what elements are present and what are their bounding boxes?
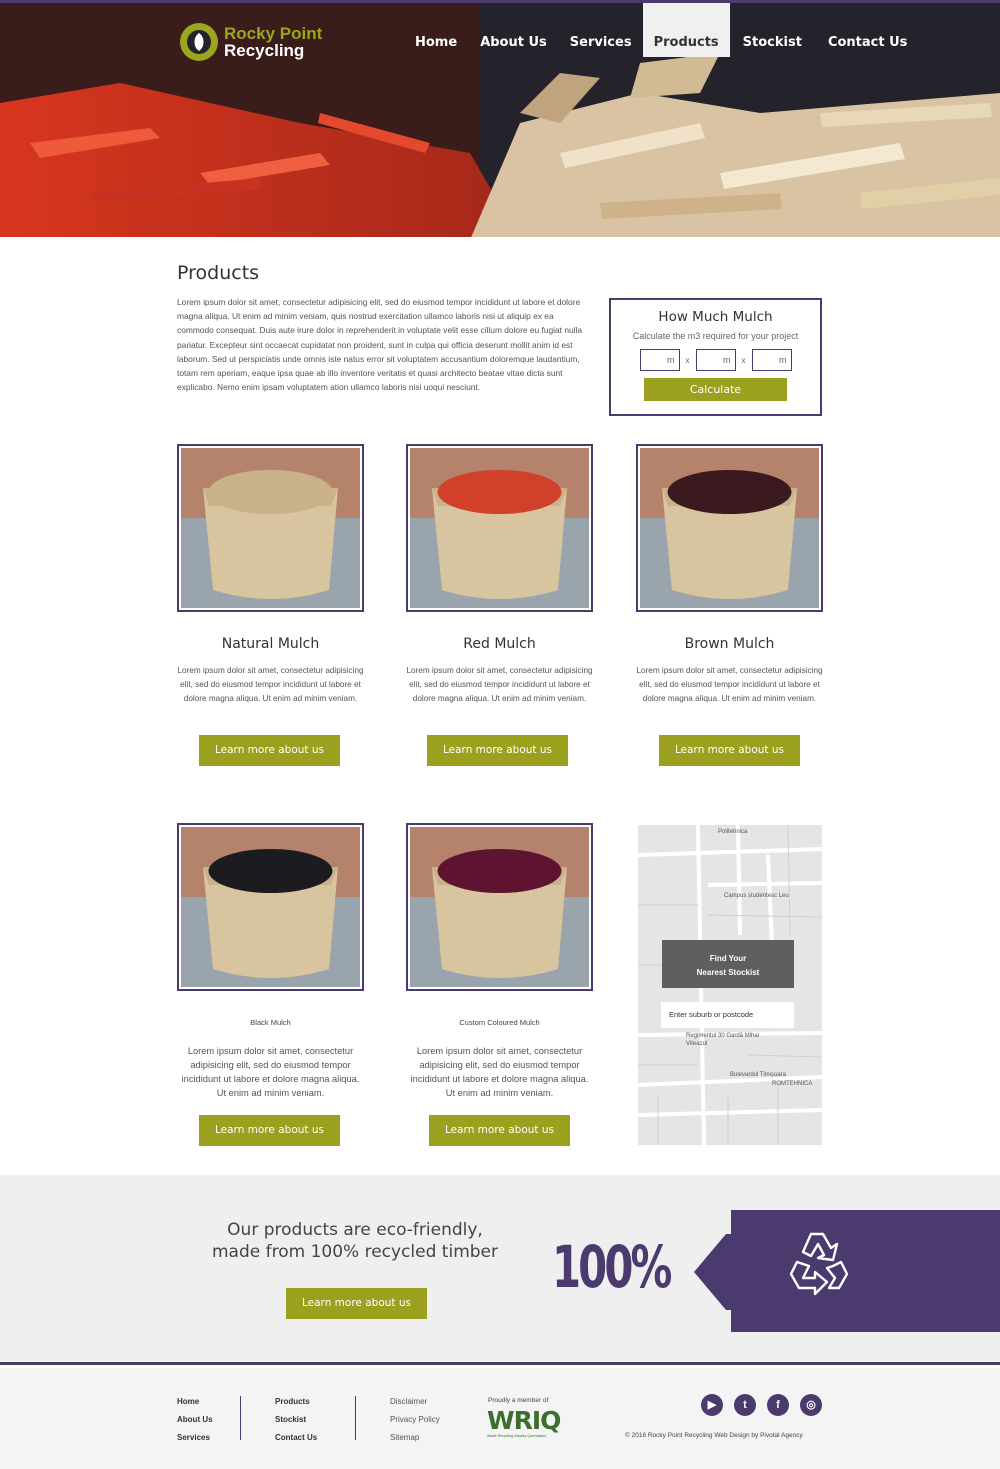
map-label: Politehnica: [718, 829, 748, 835]
percent-figure: 100%: [552, 1233, 672, 1301]
learn-more-button[interactable]: Learn more about us: [427, 735, 568, 766]
hero-banner: Rocky Point Recycling Home About Us Serv…: [0, 0, 1000, 237]
length-input[interactable]: m: [639, 349, 680, 371]
product-name: Custom Coloured Mulch: [459, 1018, 540, 1027]
footer-link-about-us[interactable]: About Us: [177, 1411, 213, 1429]
product-image-frame[interactable]: [177, 823, 364, 991]
product-image-frame[interactable]: [406, 444, 593, 612]
mulch-calculator: How Much Mulch Calculate the m3 required…: [609, 298, 822, 416]
footer-link-home[interactable]: Home: [177, 1393, 213, 1411]
logo-mark-icon: [180, 23, 218, 61]
product-image-frame[interactable]: [636, 444, 823, 612]
main-nav: Home About Us Services Products Stockist…: [404, 3, 920, 57]
footer-link-stockist[interactable]: Stockist: [275, 1411, 317, 1429]
calculator-title: How Much Mulch: [658, 309, 773, 325]
facebook-icon[interactable]: f: [767, 1394, 789, 1416]
footer-link-sitemap[interactable]: Sitemap: [390, 1429, 440, 1447]
logo[interactable]: Rocky Point Recycling: [178, 21, 322, 63]
mulch-fill: [437, 470, 562, 514]
eco-learn-more-button[interactable]: Learn more about us: [286, 1288, 427, 1319]
find-line2: Nearest Stockist: [696, 968, 760, 977]
footer-link-services[interactable]: Services: [177, 1429, 213, 1447]
times-sign: x: [685, 355, 690, 365]
nav-stockist-label: Stockist: [742, 35, 802, 50]
wriq-logo[interactable]: WRIQ Waste Recycling Industry Queensland: [487, 1406, 561, 1439]
product-image-frame[interactable]: [406, 823, 593, 991]
product-description: Lorem ipsum dolor sit amet, consectetur …: [410, 1046, 589, 1098]
footer-divider: [240, 1396, 241, 1440]
footer-divider: [355, 1396, 356, 1440]
mulch-fill: [437, 849, 562, 893]
mulch-bag-image: [181, 827, 360, 987]
nav-products-label: Products: [653, 35, 719, 50]
footer-link-privacy-policy[interactable]: Privacy Policy: [390, 1411, 440, 1429]
learn-more-button[interactable]: Learn more about us: [659, 735, 800, 766]
mulch-bag-image: [640, 448, 819, 608]
mulch-fill: [667, 470, 792, 514]
instagram-icon[interactable]: ◎: [800, 1394, 822, 1416]
nav-products[interactable]: Products: [642, 3, 730, 57]
product-name: Red Mulch: [463, 636, 536, 652]
nav-contact-us-label: Contact Us: [827, 35, 908, 50]
mulch-bag-image: [410, 448, 589, 608]
nav-about-us[interactable]: About Us: [468, 3, 559, 57]
youtube-icon[interactable]: ▶: [701, 1394, 723, 1416]
footer-link-disclaimer[interactable]: Disclaimer: [390, 1393, 440, 1411]
footer-link-contact-us[interactable]: Contact Us: [275, 1429, 317, 1447]
stockist-map[interactable]: Politehnica Campus studentesc Leu Regime…: [638, 825, 822, 1145]
product-description: Lorem ipsum dolor sit amet, consectetur …: [177, 666, 364, 703]
copyright: © 2016 Rocky Point Recycling Web Design …: [625, 1432, 803, 1439]
nav-services[interactable]: Services: [559, 3, 643, 57]
product-image-frame[interactable]: [177, 444, 364, 612]
mulch-fill: [208, 470, 333, 514]
intro-paragraph: Lorem ipsum dolor sit amet, consectetur …: [177, 297, 583, 393]
product-description: Lorem ipsum dolor sit amet, consectetur …: [181, 1046, 360, 1098]
product-name: Black Mulch: [250, 1018, 291, 1027]
eco-line1: Our products are eco-friendly,: [227, 1220, 483, 1240]
footer: Home About Us Services Products Stockist…: [0, 1368, 1000, 1469]
recycle-badge: [694, 1210, 1000, 1332]
map-label: Campus studentesc Leu: [724, 893, 789, 899]
map-label: ROMTEHNICA: [772, 1081, 813, 1087]
find-stockist-panel: Find Your Nearest Stockist: [662, 940, 794, 988]
learn-more-button[interactable]: Learn more about us: [429, 1115, 570, 1146]
mulch-fill: [208, 849, 333, 893]
learn-more-button[interactable]: Learn more about us: [199, 1115, 340, 1146]
footer-link-products[interactable]: Products: [275, 1393, 317, 1411]
calculator-subtitle: Calculate the m3 required for your proje…: [632, 331, 799, 341]
depth-input[interactable]: m: [751, 349, 792, 371]
member-label: Proudly a member of: [488, 1397, 549, 1404]
wriq-logo-text: WRIQ: [487, 1406, 561, 1435]
mulch-bag-image: [181, 448, 360, 608]
nav-home[interactable]: Home: [404, 3, 468, 57]
mulch-bag-image: [410, 827, 589, 987]
nav-stockist[interactable]: Stockist: [730, 3, 815, 57]
eco-banner: Our products are eco-friendly, made from…: [0, 1175, 1000, 1365]
stockist-search-input[interactable]: Enter suburb or postcode: [661, 1002, 794, 1028]
nav-about-us-label: About Us: [480, 35, 547, 50]
map-label: Regimentul 30 Gardă Mihai Viteazul: [686, 1033, 760, 1047]
product-description: Lorem ipsum dolor sit amet, consectetur …: [636, 666, 823, 703]
map-label: Bulevardul Timișoara: [730, 1072, 787, 1078]
product-name: Brown Mulch: [684, 636, 775, 652]
eco-message: Our products are eco-friendly, made from…: [200, 1219, 510, 1263]
product-description: Lorem ipsum dolor sit amet, consectetur …: [406, 666, 593, 703]
nav-contact-us[interactable]: Contact Us: [815, 3, 920, 57]
nav-home-label: Home: [415, 35, 458, 50]
learn-more-button[interactable]: Learn more about us: [199, 735, 340, 766]
product-name: Natural Mulch: [221, 636, 320, 652]
eco-line2: made from 100% recycled timber: [212, 1242, 498, 1262]
times-sign: x: [741, 355, 746, 365]
width-input[interactable]: m: [695, 349, 736, 371]
twitter-icon[interactable]: t: [734, 1394, 756, 1416]
find-line1: Find Your: [709, 954, 747, 963]
calculate-button[interactable]: Calculate: [644, 378, 787, 401]
logo-text-line2: Recycling: [224, 41, 305, 60]
page-title: Products: [177, 262, 260, 284]
nav-services-label: Services: [569, 35, 632, 50]
logo-text-line1: Rocky Point: [224, 24, 323, 43]
